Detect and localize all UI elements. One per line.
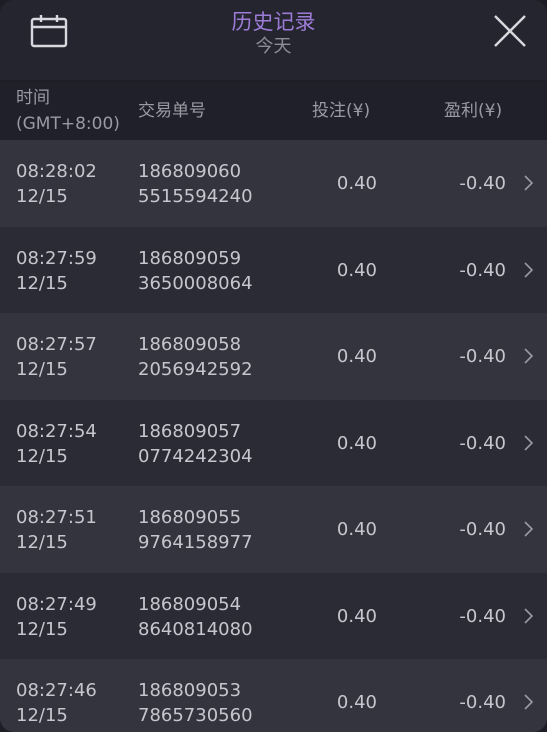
date-filter-label[interactable]: 今天 bbox=[0, 36, 547, 58]
row-profit: -0.40 bbox=[459, 259, 506, 281]
row-datetime: 08:27:49 12/15 bbox=[16, 592, 97, 642]
row-order-number: 186809057 0774242304 bbox=[138, 419, 253, 469]
chevron-right-icon[interactable] bbox=[524, 434, 534, 451]
row-profit: -0.40 bbox=[459, 519, 506, 540]
row-time: 08:27:57 bbox=[16, 334, 97, 355]
row-order-part1: 186809053 bbox=[138, 680, 242, 701]
chevron-right-icon[interactable] bbox=[524, 694, 534, 710]
row-date: 12/15 bbox=[16, 618, 68, 640]
row-order-part1: 186809059 bbox=[138, 247, 242, 269]
row-time: 08:28:02 bbox=[16, 161, 97, 182]
row-date: 12/15 bbox=[16, 272, 68, 294]
row-order-part2: 7865730560 bbox=[138, 705, 253, 726]
row-order-part2: 3650008064 bbox=[138, 272, 253, 294]
chevron-right-icon[interactable] bbox=[524, 175, 534, 191]
close-icon[interactable] bbox=[493, 14, 527, 48]
history-row[interactable]: 08:27:49 12/15 186809054 8640814080 0.40… bbox=[0, 572, 547, 659]
column-header-timezone: (GMT+8:00) bbox=[16, 114, 120, 134]
row-order-number: 186809054 8640814080 bbox=[138, 592, 253, 642]
column-header-time-label: 时间 bbox=[16, 88, 50, 108]
row-date: 12/15 bbox=[16, 359, 68, 380]
row-time: 08:27:49 bbox=[16, 593, 97, 615]
chevron-right-icon[interactable] bbox=[524, 261, 534, 278]
row-datetime: 08:28:02 12/15 bbox=[16, 159, 97, 209]
row-order-part1: 186809054 bbox=[138, 593, 242, 615]
row-order-part2: 0774242304 bbox=[138, 445, 253, 467]
row-datetime: 08:27:51 12/15 bbox=[16, 505, 97, 555]
row-time: 08:27:46 bbox=[16, 680, 97, 701]
row-order-part2: 2056942592 bbox=[138, 359, 253, 380]
row-date: 12/15 bbox=[16, 532, 68, 553]
row-bet: 0.40 bbox=[336, 259, 377, 281]
row-order-number: 186809059 3650008064 bbox=[138, 246, 253, 296]
page-title: 历史记录 bbox=[231, 10, 316, 34]
history-panel: 历史记录 今天 时间 (GMT+8:00) 交易单号 投注(¥) 盈利(¥) 0… bbox=[0, 0, 547, 732]
chevron-right-icon[interactable] bbox=[524, 521, 534, 537]
column-header-profit: 盈利(¥) bbox=[444, 101, 503, 121]
history-row[interactable]: 08:27:59 12/15 186809059 3650008064 0.40… bbox=[0, 226, 547, 313]
row-bet: 0.40 bbox=[336, 432, 377, 454]
history-row[interactable]: 08:27:46 12/15 186809053 7865730560 0.40… bbox=[0, 659, 547, 732]
history-list: 08:28:02 12/15 186809060 5515594240 0.40… bbox=[0, 140, 547, 732]
column-header-bet: 投注(¥) bbox=[312, 101, 371, 121]
row-order-number: 186809060 5515594240 bbox=[138, 159, 253, 209]
row-order-part1: 186809060 bbox=[138, 161, 242, 182]
row-date: 12/15 bbox=[16, 186, 68, 207]
row-order-part2: 8640814080 bbox=[138, 618, 253, 640]
row-bet: 0.40 bbox=[336, 692, 377, 713]
row-bet: 0.40 bbox=[336, 605, 377, 627]
row-bet: 0.40 bbox=[336, 173, 377, 194]
row-datetime: 08:27:57 12/15 bbox=[16, 332, 97, 382]
chevron-right-icon[interactable] bbox=[524, 607, 534, 624]
row-bet: 0.40 bbox=[336, 519, 377, 540]
row-datetime: 08:27:54 12/15 bbox=[16, 419, 97, 469]
history-row[interactable]: 08:28:02 12/15 186809060 5515594240 0.40… bbox=[0, 140, 547, 227]
row-order-number: 186809055 9764158977 bbox=[138, 505, 253, 555]
row-profit: -0.40 bbox=[459, 173, 506, 194]
history-row[interactable]: 08:27:54 12/15 186809057 0774242304 0.40… bbox=[0, 399, 547, 486]
row-profit: -0.40 bbox=[459, 605, 506, 627]
header: 历史记录 今天 bbox=[0, 0, 547, 82]
row-order-part2: 9764158977 bbox=[138, 532, 253, 553]
row-bet: 0.40 bbox=[336, 346, 377, 367]
history-row[interactable]: 08:27:51 12/15 186809055 9764158977 0.40… bbox=[0, 486, 547, 573]
row-order-part1: 186809057 bbox=[138, 420, 242, 442]
row-order-number: 186809053 7865730560 bbox=[138, 678, 253, 728]
row-profit: -0.40 bbox=[459, 692, 506, 713]
row-date: 12/15 bbox=[16, 705, 68, 726]
chevron-right-icon[interactable] bbox=[524, 348, 534, 364]
row-datetime: 08:27:59 12/15 bbox=[16, 246, 97, 296]
row-profit: -0.40 bbox=[459, 432, 506, 454]
row-datetime: 08:27:46 12/15 bbox=[16, 678, 97, 728]
column-header-row: 时间 (GMT+8:00) 交易单号 投注(¥) 盈利(¥) bbox=[0, 82, 547, 140]
history-row[interactable]: 08:27:57 12/15 186809058 2056942592 0.40… bbox=[0, 313, 547, 400]
column-header-order: 交易单号 bbox=[138, 101, 206, 121]
column-header-time: 时间 (GMT+8:00) bbox=[16, 85, 120, 137]
row-order-part2: 5515594240 bbox=[138, 186, 253, 207]
row-time: 08:27:54 bbox=[16, 420, 97, 442]
row-profit: -0.40 bbox=[459, 346, 506, 367]
row-date: 12/15 bbox=[16, 445, 68, 467]
row-order-part1: 186809058 bbox=[138, 334, 242, 355]
row-time: 08:27:59 bbox=[16, 247, 97, 269]
row-order-number: 186809058 2056942592 bbox=[138, 332, 253, 382]
row-time: 08:27:51 bbox=[16, 507, 97, 528]
row-order-part1: 186809055 bbox=[138, 507, 242, 528]
